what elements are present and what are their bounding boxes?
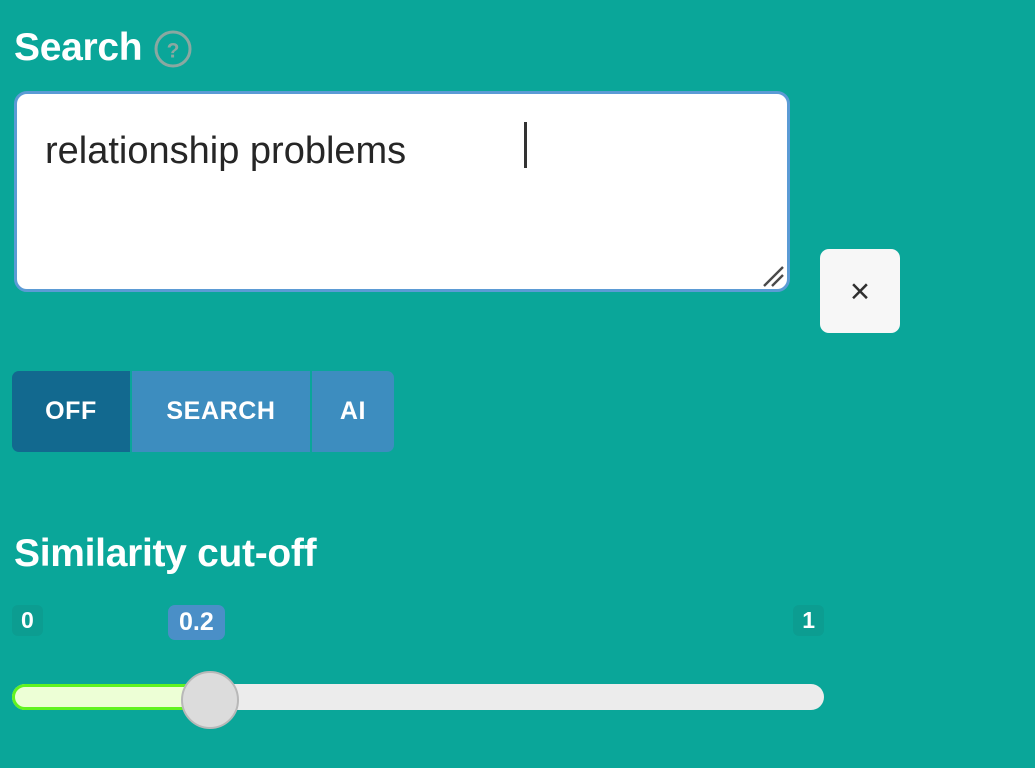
slider-value-badge: 0.2: [168, 605, 225, 640]
clear-search-button[interactable]: ×: [820, 249, 900, 333]
slider-min-label: 0: [12, 605, 43, 636]
search-panel: Search ? × OFF SEARCH AI Similarity cut-…: [0, 0, 1035, 768]
slider-track-fill: [12, 684, 198, 710]
mode-toggle-off[interactable]: OFF: [12, 371, 130, 452]
similarity-slider-area: 0 0.2 1: [12, 605, 824, 735]
svg-text:?: ?: [167, 40, 180, 63]
mode-toggle-group: OFF SEARCH AI: [12, 371, 394, 452]
slider-max-label: 1: [793, 605, 824, 636]
search-input[interactable]: [14, 91, 790, 292]
page-title: Search: [14, 26, 143, 69]
search-input-wrapper: [14, 91, 790, 292]
mode-toggle-search[interactable]: SEARCH: [130, 371, 310, 452]
search-heading-row: Search ?: [14, 26, 193, 69]
slider-thumb[interactable]: [181, 671, 239, 729]
question-mark-circle-icon[interactable]: ?: [153, 29, 193, 69]
similarity-cutoff-title: Similarity cut-off: [14, 532, 317, 575]
help-button[interactable]: ?: [153, 26, 193, 69]
mode-toggle-ai[interactable]: AI: [310, 371, 394, 452]
slider-track[interactable]: [12, 684, 824, 710]
